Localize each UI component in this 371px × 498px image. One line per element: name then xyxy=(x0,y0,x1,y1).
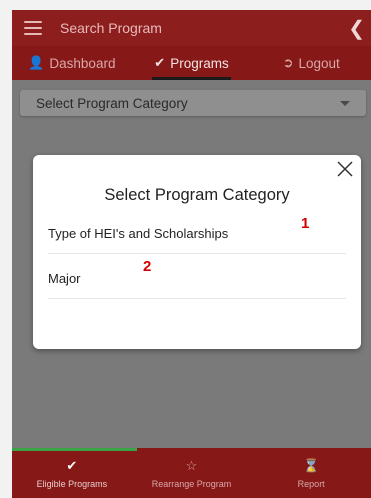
option-label: Major xyxy=(48,270,81,286)
person-icon: 👤 xyxy=(28,55,45,70)
tab-label: Logout xyxy=(298,55,340,71)
nav-label: Report xyxy=(297,478,325,489)
option-major[interactable]: Major xyxy=(48,258,346,299)
tab-bar: 👤 Dashboard ✔ Programs ➲ Logout xyxy=(12,46,371,80)
program-category-select[interactable]: Select Program Category xyxy=(20,90,366,116)
annotation-1: 1 xyxy=(301,215,310,232)
check-icon: ✔ xyxy=(154,55,166,70)
nav-report[interactable]: ⌛ Report xyxy=(251,448,371,498)
nav-label: Eligible Programs xyxy=(36,478,108,489)
category-modal: Select Program Category Type of HEI's an… xyxy=(33,155,361,349)
modal-title: Select Program Category xyxy=(104,186,290,204)
option-label: Type of HEI's and Scholarships xyxy=(48,225,229,241)
back-arrow-icon[interactable]: ❮ xyxy=(348,16,365,41)
search-title[interactable]: Search Program xyxy=(60,20,348,36)
tab-label: Dashboard xyxy=(49,55,116,71)
chevron-down-icon xyxy=(340,100,350,106)
nav-rearrange-program[interactable]: ☆ Rearrange Program xyxy=(132,448,252,498)
tab-programs[interactable]: ✔ Programs xyxy=(132,46,252,80)
star-icon: ☆ xyxy=(185,457,198,473)
tab-label: Programs xyxy=(170,55,229,71)
nav-label: Rearrange Program xyxy=(151,478,232,489)
logout-icon: ➲ xyxy=(282,55,294,70)
app-screen: Search Program ❮ 👤 Dashboard ✔ Programs … xyxy=(12,10,371,498)
close-icon[interactable] xyxy=(335,159,355,179)
tab-logout[interactable]: ➲ Logout xyxy=(251,46,371,80)
menu-icon[interactable] xyxy=(24,21,42,35)
active-indicator xyxy=(12,448,137,451)
tab-dashboard[interactable]: 👤 Dashboard xyxy=(12,46,132,80)
check-icon: ✔ xyxy=(66,457,78,473)
annotation-2: 2 xyxy=(143,258,152,275)
select-placeholder: Select Program Category xyxy=(36,95,188,111)
report-icon: ⌛ xyxy=(303,457,320,473)
nav-eligible-programs[interactable]: ✔ Eligible Programs xyxy=(12,448,132,498)
bottom-nav: ✔ Eligible Programs ☆ Rearrange Program … xyxy=(12,448,371,498)
app-bar: Search Program ❮ xyxy=(12,10,371,46)
